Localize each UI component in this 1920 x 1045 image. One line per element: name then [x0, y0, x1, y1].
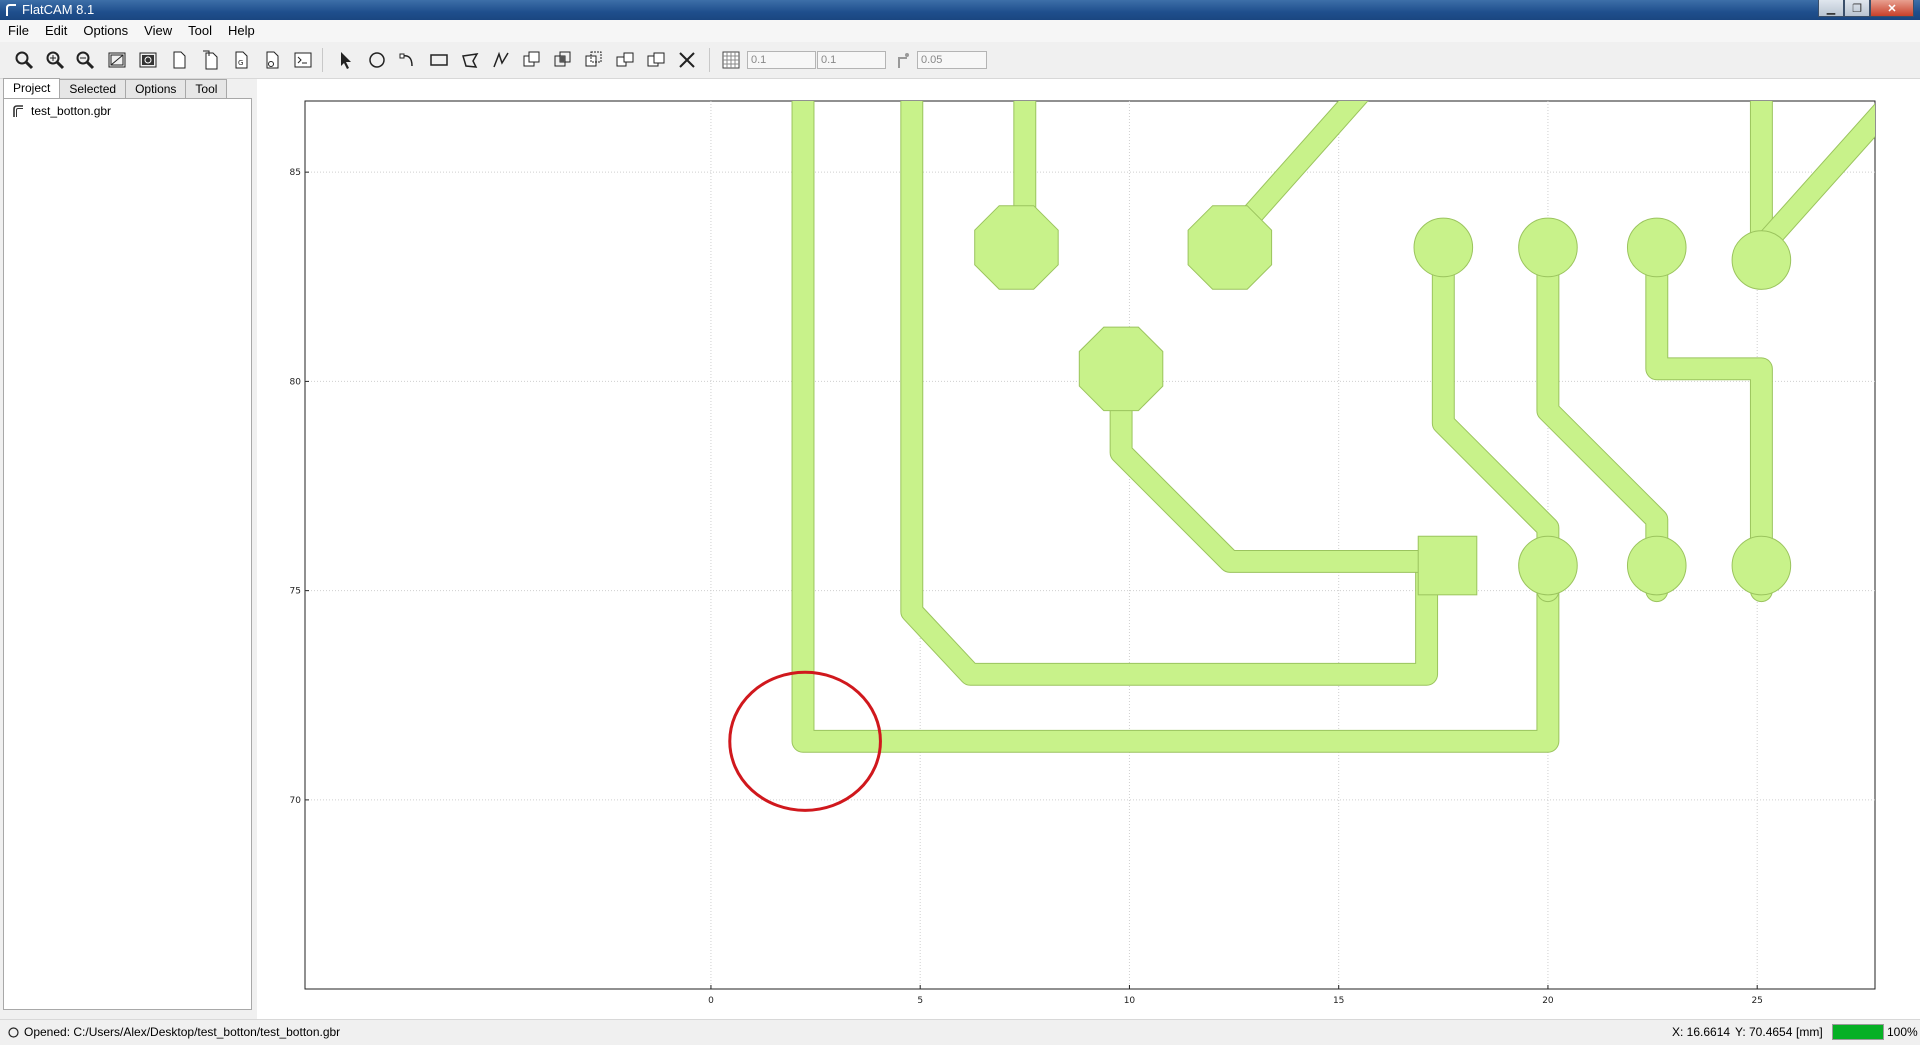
x-tick-label: 10: [1124, 996, 1136, 1006]
menu-help[interactable]: Help: [220, 20, 263, 42]
clear-plot-icon[interactable]: [105, 48, 129, 72]
polygon-icon[interactable]: [458, 48, 482, 72]
status-bar: Opened: C:/Users/Alex/Desktop/test_botto…: [0, 1019, 1920, 1045]
y-tick-label: 70: [290, 796, 302, 806]
restore-icon[interactable]: ❐: [1844, 0, 1870, 17]
notebook-tabs: Project Selected Options Tool: [3, 78, 228, 98]
menu-file[interactable]: File: [0, 20, 37, 42]
octagon-pad: [974, 205, 1059, 290]
window-controls: ▁ ❐ ✕: [1818, 0, 1914, 18]
progress-fill: [1833, 1025, 1883, 1039]
toolbar: G: [0, 42, 1920, 79]
menu-edit[interactable]: Edit: [37, 20, 75, 42]
x-tick-label: 15: [1333, 996, 1344, 1006]
round-pad: [1731, 535, 1792, 596]
subtract-icon[interactable]: [582, 48, 606, 72]
window-title: FlatCAM 8.1: [22, 2, 95, 17]
status-indicator-icon: [8, 1027, 19, 1038]
pcb-plot[interactable]: 05101520253070758085: [257, 79, 1920, 1019]
close-icon[interactable]: ✕: [1870, 0, 1914, 17]
toolbar-separator: [709, 48, 710, 72]
menu-tool[interactable]: Tool: [180, 20, 220, 42]
project-item-label: test_botton.gbr: [31, 104, 112, 118]
plot-canvas[interactable]: 05101520253070758085: [257, 79, 1920, 1019]
octagon-pad: [1187, 205, 1273, 290]
zoom-fit-icon[interactable]: [12, 48, 36, 72]
progress-label: 100%: [1887, 1025, 1918, 1039]
union-icon[interactable]: [520, 48, 544, 72]
path-icon[interactable]: [489, 48, 513, 72]
circle-icon[interactable]: [365, 48, 389, 72]
round-pad: [1626, 535, 1687, 596]
intersection-icon[interactable]: [551, 48, 575, 72]
tab-options[interactable]: Options: [125, 79, 187, 98]
title-bar: FlatCAM 8.1 ▁ ❐ ✕: [0, 0, 1920, 20]
replot-icon[interactable]: [136, 48, 160, 72]
menu-view[interactable]: View: [136, 20, 180, 42]
status-message: Opened: C:/Users/Alex/Desktop/test_botto…: [24, 1025, 341, 1039]
grid-x-field[interactable]: [747, 51, 816, 69]
x-tick-label: 20: [1542, 996, 1554, 1006]
new-file-icon[interactable]: [167, 48, 191, 72]
y-tick-label: 75: [290, 587, 301, 597]
move-icon[interactable]: [644, 48, 668, 72]
x-tick-label: 0: [708, 996, 714, 1006]
project-item[interactable]: test_botton.gbr: [11, 104, 111, 118]
cursor-y: Y: 70.4654: [1735, 1025, 1793, 1039]
round-pad: [1518, 217, 1578, 278]
gerber-file-icon: [13, 105, 23, 117]
y-tick-label: 80: [290, 377, 302, 387]
x-tick-label: 25: [1751, 996, 1762, 1006]
units-label: [mm]: [1796, 1025, 1823, 1039]
svg-text:G: G: [238, 59, 243, 67]
progress-bar: [1832, 1024, 1884, 1040]
tab-selected[interactable]: Selected: [59, 79, 127, 98]
cursor-x: X: 16.6614: [1672, 1025, 1731, 1039]
menu-options[interactable]: Options: [75, 20, 136, 42]
open-excellon-icon[interactable]: [260, 48, 284, 72]
x-tick-label: 5: [917, 996, 923, 1006]
square-pad: [1417, 535, 1478, 596]
tab-project[interactable]: Project: [3, 78, 61, 98]
menu-bar: File Edit Options View Tool Help: [0, 20, 1920, 43]
octagon-pad: [1078, 326, 1164, 412]
y-tick-label: 85: [290, 168, 301, 178]
select-icon[interactable]: [334, 48, 358, 72]
zoom-out-icon[interactable]: [73, 48, 97, 72]
grid-snap-icon[interactable]: [719, 48, 743, 72]
tab-tool[interactable]: Tool: [185, 79, 228, 98]
minimize-icon[interactable]: ▁: [1818, 0, 1844, 17]
delete-icon[interactable]: [675, 48, 699, 72]
round-pad: [1413, 217, 1474, 278]
grid-y-field[interactable]: [817, 51, 886, 69]
cut-path-icon[interactable]: [613, 48, 637, 72]
rectangle-icon[interactable]: [427, 48, 451, 72]
round-pad: [1518, 535, 1578, 596]
round-pad: [1626, 217, 1687, 278]
round-pad: [1731, 230, 1792, 290]
snap-max-field[interactable]: [917, 51, 987, 69]
open-gerber-icon[interactable]: G: [229, 48, 253, 72]
snap-corner-icon[interactable]: [891, 48, 915, 72]
new-geometry-icon[interactable]: [198, 48, 222, 72]
project-panel: test_botton.gbr: [3, 98, 252, 1010]
arc-icon[interactable]: [396, 48, 420, 72]
shell-icon[interactable]: [291, 48, 315, 72]
toolbar-separator: [322, 48, 323, 72]
zoom-in-icon[interactable]: [43, 48, 67, 72]
flatcam-logo-icon: [6, 4, 16, 16]
